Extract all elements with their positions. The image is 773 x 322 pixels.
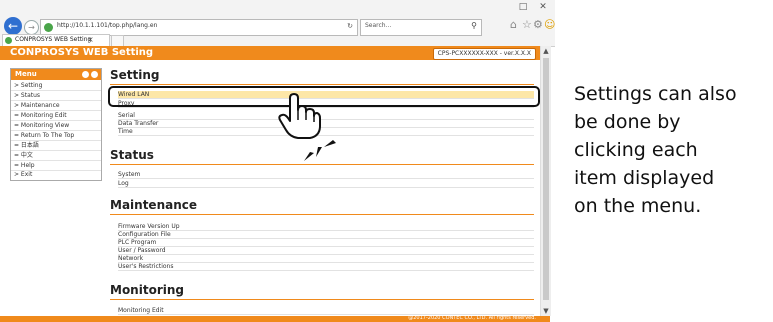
scrollbar[interactable]: ▲ ▼ xyxy=(540,46,551,316)
back-arrow-icon[interactable]: ← xyxy=(4,17,22,35)
maintenance-item-network[interactable]: Network xyxy=(118,255,534,263)
sidebar-item-maintenance[interactable]: > Maintenance xyxy=(11,101,101,111)
status-item-log[interactable]: Log xyxy=(118,180,534,188)
caption-line: be done by xyxy=(574,111,681,133)
sidebar-item-monitoring-view[interactable]: = Monitoring View xyxy=(11,121,101,131)
setting-item-data-transfer[interactable]: Data Transfer xyxy=(118,120,534,128)
sidebar-item-label: > Setting xyxy=(14,82,43,89)
menu-close-icon[interactable] xyxy=(91,71,98,78)
tab-title: CONPROSYS WEB Setting xyxy=(15,36,92,43)
screenshot: □ ✕ ← → http://10.1.1.101/top.php/lang.e… xyxy=(0,0,555,322)
caption-line: item displayed xyxy=(574,167,715,189)
menu-minimize-icon[interactable] xyxy=(82,71,89,78)
monitoring-item-edit[interactable]: Monitoring Edit xyxy=(118,307,534,315)
sidebar-item-label: = Return To The Top xyxy=(14,132,75,139)
sidebar-item-label: > Exit xyxy=(14,171,33,178)
maximize-icon[interactable]: □ xyxy=(517,3,529,12)
highlight-callout xyxy=(108,86,540,107)
sidebar-item-status[interactable]: > Status xyxy=(11,91,101,101)
forward-arrow-icon[interactable]: → xyxy=(24,20,39,35)
scrollbar-thumb[interactable] xyxy=(543,58,549,300)
sidebar-item-label: > Status xyxy=(14,92,41,99)
refresh-icon[interactable]: ↻ xyxy=(347,22,353,30)
app-header: CONPROSYS WEB Setting CPS-PCXXXXXX-XXX -… xyxy=(0,46,540,60)
app-title: CONPROSYS WEB Setting xyxy=(10,47,154,58)
browser-chrome: □ ✕ ← → http://10.1.1.101/top.php/lang.e… xyxy=(0,0,555,47)
sidebar-item-label: = Help xyxy=(14,162,35,169)
sidebar-item-monitoring-edit[interactable]: = Monitoring Edit xyxy=(11,111,101,121)
menu-header: Menu xyxy=(11,69,101,80)
tab-favicon-icon xyxy=(5,37,12,44)
sidebar-item-japanese[interactable]: = 日本語 xyxy=(11,141,101,151)
sidebar-item-exit[interactable]: > Exit xyxy=(11,170,101,179)
maintenance-item-firmware[interactable]: Firmware Version Up xyxy=(118,223,534,231)
setting-item-serial[interactable]: Serial xyxy=(118,112,534,120)
footer-bar: @2017-2020 CONTEC CO., LTD. All rights r… xyxy=(0,315,550,322)
sidebar-menu: Menu > Setting > Status > Maintenance = … xyxy=(10,68,102,181)
star-icon[interactable]: ☆ xyxy=(522,18,532,31)
maintenance-item-config-file[interactable]: Configuration File xyxy=(118,231,534,239)
home-icon[interactable]: ⌂ xyxy=(510,18,517,31)
sidebar-item-label: = Monitoring View xyxy=(14,122,70,129)
search-placeholder: Search... xyxy=(365,22,392,29)
maintenance-item-user-restrictions[interactable]: User's Restrictions xyxy=(118,263,534,271)
status-item-system[interactable]: System xyxy=(118,171,534,179)
caption-line: on the menu. xyxy=(574,195,702,217)
site-icon xyxy=(44,23,53,32)
menu-title: Menu xyxy=(15,70,37,78)
caption-text: Settings can also be done by clicking ea… xyxy=(574,80,770,220)
section-divider xyxy=(110,84,534,85)
section-title-status: Status xyxy=(110,148,154,162)
sidebar-item-label: > Maintenance xyxy=(14,102,60,109)
section-title-monitoring: Monitoring xyxy=(110,283,184,297)
scroll-down-icon[interactable]: ▼ xyxy=(541,306,551,316)
smiley-icon[interactable]: ☺ xyxy=(544,18,555,31)
maintenance-item-plc-program[interactable]: PLC Program xyxy=(118,239,534,247)
sidebar-item-label: = 中文 xyxy=(14,152,33,159)
sidebar-item-return-top[interactable]: = Return To The Top xyxy=(11,131,101,141)
pointing-hand-icon xyxy=(278,93,321,139)
model-badge: CPS-PCXXXXXX-XXX - ver.X.X.X xyxy=(432,48,536,60)
sidebar-item-label: = 日本語 xyxy=(14,142,39,149)
copyright-text: @2017-2020 CONTEC CO., LTD. All rights r… xyxy=(408,315,536,321)
search-input[interactable]: Search... ⚲ xyxy=(360,19,482,36)
section-divider xyxy=(110,299,534,300)
tab-close-icon[interactable]: × xyxy=(87,35,94,44)
search-icon[interactable]: ⚲ xyxy=(471,21,477,30)
sidebar-item-chinese[interactable]: = 中文 xyxy=(11,151,101,161)
sidebar-item-label: = Monitoring Edit xyxy=(14,112,67,119)
section-title-setting: Setting xyxy=(110,68,160,82)
caption-line: Settings can also xyxy=(574,83,737,105)
section-divider xyxy=(110,214,534,215)
sidebar-item-setting[interactable]: > Setting xyxy=(11,81,101,91)
maintenance-item-user-password[interactable]: User / Password xyxy=(118,247,534,255)
section-title-maintenance: Maintenance xyxy=(110,198,198,212)
caption-line: clicking each xyxy=(574,139,698,161)
address-url: http://10.1.1.101/top.php/lang.en xyxy=(57,22,158,29)
click-burst-icon xyxy=(304,140,336,161)
gear-icon[interactable]: ⚙ xyxy=(533,18,543,31)
close-window-icon[interactable]: ✕ xyxy=(537,3,549,12)
scroll-up-icon[interactable]: ▲ xyxy=(541,46,551,56)
